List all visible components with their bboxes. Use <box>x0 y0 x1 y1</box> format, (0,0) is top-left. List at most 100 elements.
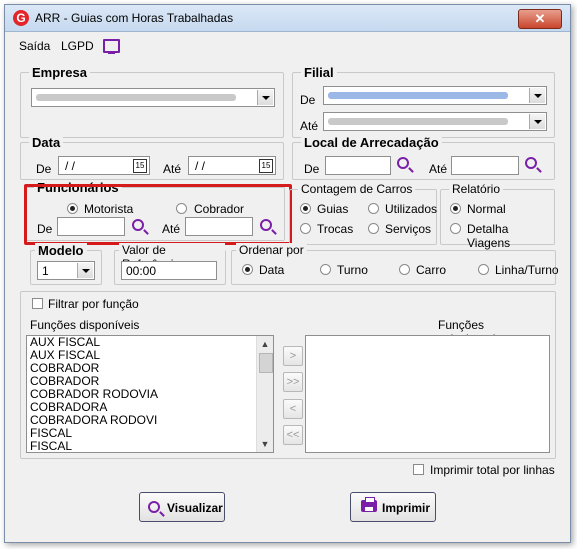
filial-de-label: De <box>300 93 316 107</box>
chevron-down-icon[interactable] <box>529 114 545 129</box>
search-icon[interactable] <box>397 157 409 169</box>
contagem-label: Contagem de Carros <box>298 182 416 196</box>
chevron-down-icon[interactable] <box>257 90 273 105</box>
servicos-radio[interactable] <box>368 223 379 234</box>
calendar-icon[interactable]: 15 <box>259 159 273 173</box>
ordenar-turno-radio[interactable] <box>320 264 331 275</box>
filial-group: Filial De Até <box>292 65 555 138</box>
ordenar-label: Ordenar por <box>236 243 307 257</box>
utilizados-label: Utilizados <box>385 202 438 216</box>
visualizar-label: Visualizar <box>167 501 223 515</box>
scroll-thumb[interactable] <box>259 353 273 373</box>
imprimir-total-checkbox[interactable] <box>413 464 424 475</box>
window-title: ARR - Guias com Horas Trabalhadas <box>35 11 234 25</box>
printer-icon <box>361 497 377 512</box>
scroll-down-icon[interactable]: ▼ <box>257 436 273 452</box>
list-scrollbar[interactable]: ▲ ▼ <box>256 336 273 452</box>
relatorio-label: Relatório <box>449 182 504 196</box>
local-arrecadacao-group: Local de Arrecadação De Até <box>292 135 555 180</box>
data-ate-field[interactable]: / / 15 <box>188 156 276 175</box>
valor-referencia-field[interactable]: 00:00 <box>121 261 217 280</box>
visualizar-button[interactable]: Visualizar <box>139 492 225 522</box>
modelo-value: 1 <box>42 264 49 278</box>
local-label: Local de Arrecadação <box>301 135 442 150</box>
ordenar-data-radio[interactable] <box>242 264 253 275</box>
imprimir-total-label: Imprimir total por linhas <box>430 463 555 477</box>
remove-all-button[interactable]: << <box>283 425 303 445</box>
funcoes-disponiveis-label: Funções disponíveis <box>30 318 140 332</box>
ordenar-linha-turno-label: Linha/Turno <box>495 263 559 277</box>
guias-label: Guias <box>317 202 349 216</box>
funcoes-selecionadas-list[interactable] <box>305 335 550 453</box>
data-group: Data De / / 15 Até / / 15 <box>20 135 284 180</box>
main-window: G ARR - Guias com Horas Trabalhadas ✕ Sa… <box>4 4 571 543</box>
ordenar-carro-label: Carro <box>416 263 447 277</box>
modelo-group: Modelo 1 <box>30 243 102 285</box>
data-ate-label: Até <box>163 162 182 176</box>
filial-label: Filial <box>301 65 337 80</box>
trocas-label: Trocas <box>317 222 354 236</box>
valor-referencia-group: Valor de Referência 00:00 <box>114 243 226 285</box>
filtrar-funcao-checkbox[interactable] <box>32 298 43 309</box>
local-de-field[interactable] <box>325 156 391 175</box>
title-bar: G ARR - Guias com Horas Trabalhadas ✕ <box>5 5 570 32</box>
add-all-button[interactable]: >> <box>283 372 303 392</box>
funcoes-disponiveis-list[interactable]: AUX FISCAL AUX FISCAL COBRADOR COBRADOR … <box>26 335 274 453</box>
local-de-label: De <box>304 162 320 176</box>
chevron-down-icon[interactable] <box>529 88 545 103</box>
search-icon <box>148 501 160 513</box>
menu-lgpd[interactable]: LGPD <box>61 39 94 53</box>
filtrar-funcao-label: Filtrar por função <box>48 297 139 311</box>
modelo-label: Modelo <box>35 243 87 258</box>
funcoes-group: Filtrar por função Funções disponíveis F… <box>20 291 556 459</box>
data-label: Data <box>29 135 64 150</box>
relatorio-group: Relatório Normal Detalha Viagens <box>440 182 555 250</box>
normal-radio[interactable] <box>450 203 461 214</box>
menu-saida[interactable]: Saída <box>19 39 50 53</box>
local-ate-label: Até <box>429 162 448 176</box>
empresa-select[interactable] <box>31 88 275 107</box>
data-de-field[interactable]: / / 15 <box>58 156 150 175</box>
ordenar-linha-turno-radio[interactable] <box>478 264 489 275</box>
ordenar-group: Ordenar por Data Turno Carro Linha/Turno <box>231 243 559 285</box>
monitor-icon[interactable] <box>103 39 120 54</box>
empresa-label: Empresa <box>29 65 90 80</box>
ordenar-data-label: Data <box>259 263 285 277</box>
guias-radio[interactable] <box>300 203 311 214</box>
close-button[interactable]: ✕ <box>518 9 562 29</box>
modelo-select[interactable]: 1 <box>37 261 95 280</box>
normal-label: Normal <box>467 202 506 216</box>
highlight-box <box>24 184 292 245</box>
remove-selected-button[interactable]: < <box>283 399 303 419</box>
chevron-down-icon[interactable] <box>77 263 93 278</box>
filial-ate-label: Até <box>300 119 319 133</box>
filial-ate-select[interactable] <box>323 112 547 131</box>
utilizados-radio[interactable] <box>368 203 379 214</box>
app-logo-icon: G <box>13 10 29 26</box>
add-selected-button[interactable]: > <box>283 346 303 366</box>
detalha-viagens-radio[interactable] <box>450 223 461 234</box>
calendar-icon[interactable]: 15 <box>133 159 147 173</box>
contagem-group: Contagem de Carros Guias Utilizados Troc… <box>289 182 438 245</box>
filial-ate-value-redacted <box>328 118 508 125</box>
imprimir-button[interactable]: Imprimir <box>350 492 436 522</box>
filial-de-value-redacted <box>328 92 508 99</box>
data-ate-value: / / <box>195 159 206 173</box>
empresa-group: Empresa <box>20 65 284 138</box>
search-icon[interactable] <box>525 157 537 169</box>
servicos-label: Serviços <box>385 222 432 236</box>
data-de-label: De <box>36 162 52 176</box>
trocas-radio[interactable] <box>300 223 311 234</box>
local-ate-field[interactable] <box>451 156 519 175</box>
empresa-value-redacted <box>36 94 236 101</box>
ordenar-turno-label: Turno <box>337 263 368 277</box>
ordenar-carro-radio[interactable] <box>399 264 410 275</box>
detalha-viagens-label: Detalha Viagens <box>467 222 511 250</box>
filial-de-select[interactable] <box>323 86 547 105</box>
menu-bar: Saída LGPD <box>5 35 570 55</box>
imprimir-label: Imprimir <box>382 501 431 515</box>
scroll-up-icon[interactable]: ▲ <box>257 336 273 352</box>
valor-referencia-value: 00:00 <box>126 264 157 278</box>
list-item[interactable]: FISCAL <box>27 440 273 453</box>
data-de-value: / / <box>65 159 76 173</box>
